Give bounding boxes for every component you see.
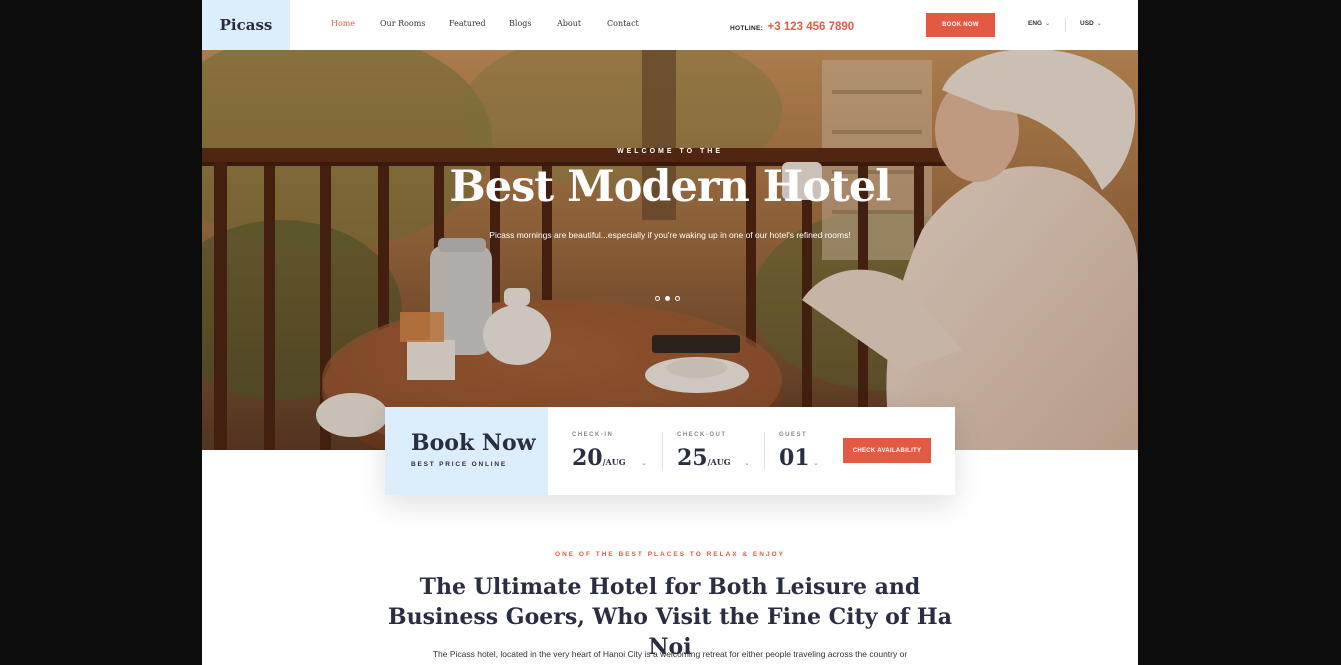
hero-title: Best Modern Hotel (449, 162, 891, 212)
nav-about[interactable]: About (557, 19, 581, 28)
hero-slider: WELCOME TO THE Best Modern Hotel Picass … (202, 50, 1138, 450)
nav-home[interactable]: Home (331, 19, 355, 28)
booking-title: Book Now (411, 430, 536, 456)
checkin-month: /AUG (602, 457, 626, 467)
divider (662, 432, 663, 470)
hotline-label: HOTLINE: (730, 25, 764, 32)
booking-subtitle: BEST PRICE ONLINE (411, 461, 507, 468)
nav-blogs[interactable]: Blogs (509, 19, 531, 28)
book-now-button[interactable]: BOOK NOW (926, 13, 995, 37)
slider-dot[interactable] (655, 296, 660, 301)
hero-overlay (202, 50, 1138, 450)
slider-dots (655, 296, 680, 301)
nav-contact[interactable]: Contact (607, 19, 639, 28)
nav-featured[interactable]: Featured (449, 19, 486, 28)
checkin-value: 20/AUG (572, 445, 626, 471)
divider (764, 432, 765, 470)
intro-text: The Picass hotel, located in the very he… (432, 649, 908, 659)
site-header: Picass Home Our Rooms Featured Blogs Abo… (202, 0, 1138, 50)
logo[interactable]: Picass (202, 0, 290, 50)
book-now-panel: Book Now BEST PRICE ONLINE (385, 407, 548, 495)
slider-dot-active[interactable] (665, 296, 670, 301)
hotel-page: Picass Home Our Rooms Featured Blogs Abo… (202, 0, 1138, 665)
hero-subtitle: Picass mornings are beautiful...especial… (489, 230, 851, 240)
chevron-down-icon[interactable]: ⌄ (641, 459, 647, 467)
guest-field[interactable]: GUEST 01 ⌄ (779, 407, 829, 495)
checkout-value: 25/AUG (677, 445, 731, 471)
chevron-down-icon: ⌄ (1045, 21, 1051, 27)
language-select[interactable]: ENG ⌄ (1028, 20, 1050, 27)
nav-our-rooms[interactable]: Our Rooms (380, 19, 425, 28)
guest-value: 01 (779, 445, 810, 471)
chevron-down-icon: ⌄ (1096, 21, 1102, 27)
checkout-field[interactable]: CHECK-OUT 25/AUG ⌄ (677, 407, 767, 495)
check-availability-button[interactable]: CHECK AVAILABILITY (843, 438, 931, 463)
checkout-day: 25 (677, 445, 708, 471)
hero-welcome: WELCOME TO THE (616, 148, 724, 155)
checkin-day: 20 (572, 445, 603, 471)
intro-eyebrow: ONE OF THE BEST PLACES TO RELAX & ENJOY (555, 551, 785, 558)
divider (1065, 18, 1066, 32)
hotline-number[interactable]: +3 123 456 7890 (768, 21, 855, 33)
checkin-label: CHECK-IN (572, 432, 614, 438)
booking-form: Book Now BEST PRICE ONLINE CHECK-IN 20/A… (385, 407, 955, 495)
checkin-field[interactable]: CHECK-IN 20/AUG ⌄ (572, 407, 662, 495)
checkout-month: /AUG (707, 457, 731, 467)
chevron-down-icon[interactable]: ⌄ (744, 459, 750, 467)
guest-label: GUEST (779, 432, 808, 438)
checkout-label: CHECK-OUT (677, 432, 727, 438)
hotline: HOTLINE: +3 123 456 7890 (730, 17, 854, 35)
currency-value: USD (1080, 20, 1094, 27)
slider-dot[interactable] (675, 296, 680, 301)
currency-select[interactable]: USD ⌄ (1080, 20, 1102, 27)
chevron-down-icon[interactable]: ⌄ (813, 459, 819, 467)
language-value: ENG (1028, 20, 1043, 27)
